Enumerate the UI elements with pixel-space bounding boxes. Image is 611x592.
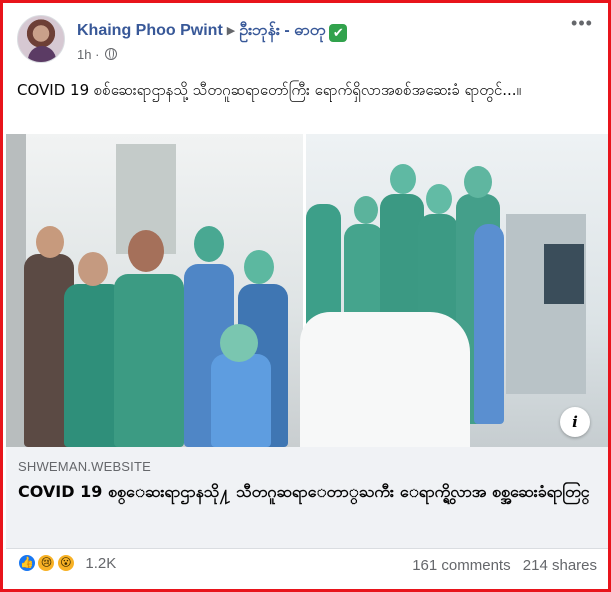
engagement-counts: 161 comments 214 shares bbox=[412, 557, 597, 574]
author-line: Khaing Phoo Pwint ▶ ဦးဘုန်း - ဓာတု ✔ bbox=[77, 21, 348, 42]
sad-icon: 😢 bbox=[36, 553, 57, 573]
wow-icon: 😮 bbox=[55, 553, 76, 573]
post-image[interactable]: i bbox=[6, 134, 608, 447]
like-icon: 👍 bbox=[17, 553, 37, 573]
meta-separator: · bbox=[95, 47, 100, 62]
globe-icon bbox=[105, 48, 118, 60]
comments-count[interactable]: 161 comments bbox=[412, 557, 510, 574]
post-header: Khaing Phoo Pwint ▶ ဦးဘုန်း - ဓာတု ✔ 1h · •… bbox=[17, 14, 597, 67]
shares-count[interactable]: 214 shares bbox=[523, 557, 597, 574]
more-options-button[interactable]: ••• bbox=[567, 14, 597, 39]
link-preview[interactable]: SHWEMAN.WEBSITE COVID 19 စစ္ေဆးရာဌာနသို႔… bbox=[6, 447, 608, 549]
post-time[interactable]: 1h bbox=[77, 47, 91, 62]
link-title[interactable]: COVID 19 စစ္ေဆးရာဌာနသို႔ သီတဂူဆရာေတာ္ႀကီ… bbox=[18, 480, 598, 503]
post-card: Khaing Phoo Pwint ▶ ဦးဘုန်း - ဓာတု ✔ 1h · •… bbox=[0, 0, 611, 592]
author-name[interactable]: Khaing Phoo Pwint bbox=[77, 22, 223, 39]
link-domain: SHWEMAN.WEBSITE bbox=[18, 459, 152, 474]
reaction-count: 1.2K bbox=[85, 554, 117, 572]
avatar[interactable] bbox=[17, 15, 65, 63]
image-panel-left bbox=[6, 134, 303, 447]
verified-check-icon: ✔ bbox=[329, 24, 348, 42]
image-panel-right bbox=[300, 134, 608, 447]
post-meta: 1h · bbox=[77, 47, 118, 62]
reactions-summary[interactable]: 👍 😢 😮 1.2K bbox=[17, 553, 116, 577]
info-icon[interactable]: i bbox=[560, 407, 590, 437]
arrow-right-icon: ▶ bbox=[226, 25, 236, 37]
post-text: COVID 19 စစ်ဆေးရာဌာနသို့ သီတဂူဆရာတော်ကြီ… bbox=[17, 81, 522, 99]
group-name[interactable]: ဦးဘုန်း - ဓာတု bbox=[239, 22, 325, 39]
post-footer: 👍 😢 😮 1.2K 161 comments 214 shares bbox=[17, 551, 597, 581]
